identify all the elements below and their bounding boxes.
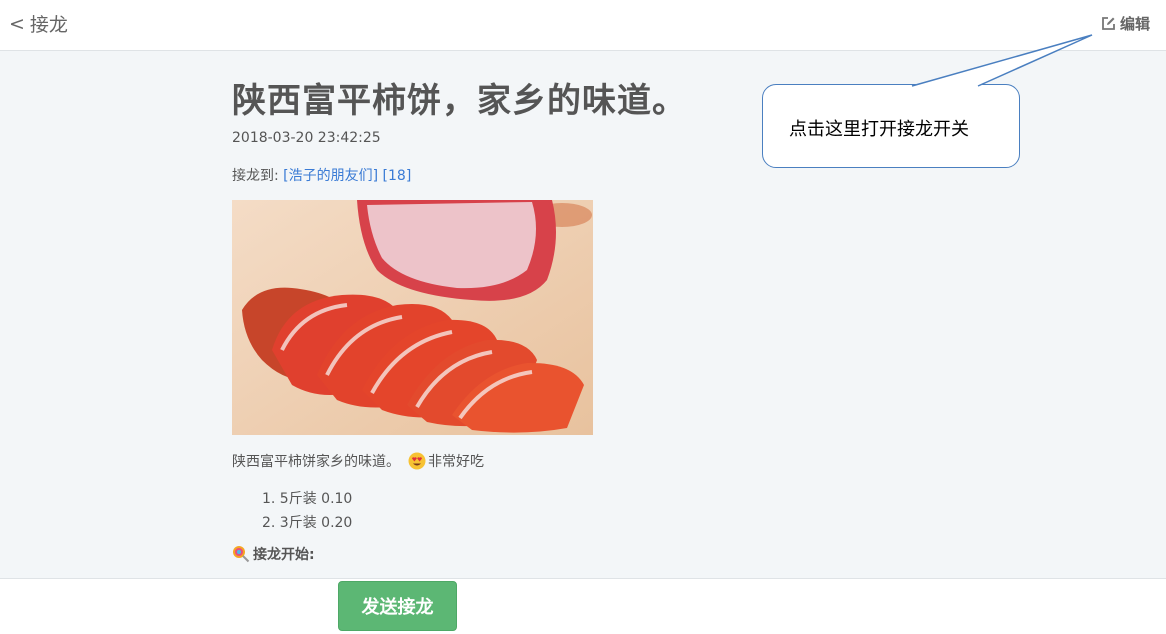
description-suffix: 非常好吃	[428, 454, 484, 470]
dried-persimmon-photo	[232, 200, 593, 435]
lollipop-icon	[233, 546, 250, 563]
option-item: 1. 5斤装 0.10	[262, 491, 353, 507]
target-line: 接龙到: [浩子的朋友们] [18]	[232, 165, 411, 185]
edit-square-icon	[1102, 17, 1115, 30]
option-item: 2. 3斤装 0.20	[262, 515, 353, 531]
edit-label: 编辑	[1119, 15, 1150, 33]
post-timestamp: 2018-03-20 23:42:25	[232, 130, 381, 146]
top-bar: < 接龙 编辑	[0, 0, 1166, 51]
heart-eyes-emoji-icon	[408, 452, 426, 470]
back-button[interactable]: < 接龙	[9, 10, 68, 37]
edit-button[interactable]: 编辑	[1101, 13, 1150, 34]
callout-text: 点击这里打开接龙开关	[789, 119, 969, 140]
description-text: 陕西富平柿饼家乡的味道。	[232, 454, 400, 470]
start-line: 接龙开始:	[232, 544, 315, 564]
post-description: 陕西富平柿饼家乡的味道。 非常好吃	[232, 451, 484, 471]
back-label: 接龙	[29, 14, 68, 36]
send-relay-button[interactable]: 发送接龙	[338, 581, 457, 631]
target-prefix: 接龙到:	[232, 168, 279, 184]
start-label: 接龙开始:	[253, 547, 315, 563]
target-group-link[interactable]: [浩子的朋友们] [18]	[283, 168, 411, 184]
chevron-left-icon: <	[9, 12, 25, 35]
option-list: 1. 5斤装 0.10 2. 3斤装 0.20	[262, 487, 352, 535]
post-title: 陕西富平柿饼，家乡的味道。	[232, 81, 687, 121]
